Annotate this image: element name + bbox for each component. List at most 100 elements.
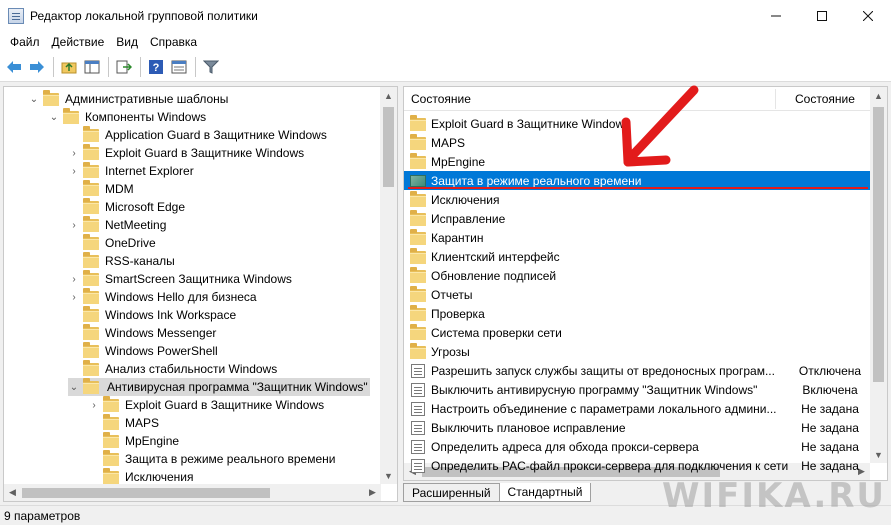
tree-node[interactable]: MDM [68,180,134,198]
list-item-state: Не задана [801,439,859,454]
menu-help[interactable]: Справка [144,35,203,49]
scroll-thumb[interactable] [873,107,884,382]
tab-standard[interactable]: Стандартный [498,483,592,502]
folder-row[interactable]: Клиентский интерфейс [404,247,870,266]
collapsed-chevron-icon[interactable]: › [68,162,80,180]
policy-row[interactable]: Выключить антивирусную программу "Защитн… [404,380,870,399]
folder-row[interactable]: Обновление подписей [404,266,870,285]
folder-row[interactable]: Угрозы [404,342,870,361]
tree-node[interactable]: › Exploit Guard в Защитнике Windows [88,396,324,414]
scroll-thumb[interactable] [22,488,270,498]
folder-icon [103,432,119,448]
policy-row[interactable]: Определить PAC-файл прокси-сервера для п… [404,456,870,475]
collapsed-chevron-icon[interactable]: › [68,288,80,306]
maximize-icon[interactable] [799,0,845,32]
console-tree[interactable]: ▲ ▼ ◀ ▶ ⌄ Административные шаблоны ⌄ Компон… [3,86,398,502]
expanded-chevron-icon[interactable]: ⌄ [48,108,60,126]
properties-icon[interactable] [168,56,190,78]
folder-icon [103,414,119,430]
filter-icon[interactable] [200,56,222,78]
forward-arrow-icon[interactable] [26,56,48,78]
tree-node[interactable]: MpEngine [88,432,179,450]
tree-node[interactable]: › Internet Explorer [68,162,194,180]
folder-icon [43,90,59,106]
tree-node[interactable]: Microsoft Edge [68,198,185,216]
tree-node[interactable]: MAPS [88,414,159,432]
back-arrow-icon[interactable] [3,56,25,78]
list-item-state: Отключена [798,363,862,378]
help-icon[interactable]: ? [145,56,167,78]
folder-row[interactable]: Исправление [404,209,870,228]
collapsed-chevron-icon[interactable]: › [88,396,100,414]
tree-node[interactable]: Application Guard в Защитнике Windows [68,126,327,144]
folder-row[interactable]: Система проверки сети [404,323,870,342]
policy-row[interactable]: Определить адреса для обхода прокси-серв… [404,437,870,456]
tree-node[interactable]: Защита в режиме реального времени [88,450,335,468]
tree-node[interactable]: RSS-каналы [68,252,175,270]
menu-action[interactable]: Действие [46,35,111,49]
policy-row[interactable]: Настроить объединение с параметрами лока… [404,399,870,418]
expanded-chevron-icon[interactable]: ⌄ [28,90,40,108]
folder-row[interactable]: Проверка [404,304,870,323]
tree-node[interactable]: Windows Ink Workspace [68,306,236,324]
scroll-up-icon[interactable]: ▲ [870,87,887,104]
column-header-name[interactable]: Состояние [411,87,471,111]
toolbar-separator [53,56,54,77]
folder-row[interactable]: Исключения [404,190,870,209]
export-list-icon[interactable] [113,56,135,78]
folder-icon [83,270,99,286]
tree-horizontal-scrollbar[interactable]: ◀ ▶ [4,484,381,501]
tree-node[interactable]: ⌄ Административные шаблоны [28,90,228,108]
tree-node[interactable]: › NetMeeting [68,216,166,234]
scroll-down-icon[interactable]: ▼ [870,446,887,463]
scroll-thumb[interactable] [383,107,394,187]
folder-icon [83,360,99,376]
collapsed-chevron-icon[interactable]: › [68,270,80,288]
menu-view[interactable]: Вид [110,35,144,49]
tree-node[interactable]: Windows PowerShell [68,342,218,360]
tree-node[interactable]: › SmartScreen Защитника Windows [68,270,292,288]
collapsed-chevron-icon[interactable]: › [68,216,80,234]
list-item-name: Проверка [431,306,485,321]
policy-row[interactable]: Выключить плановое исправление Не задана [404,418,870,437]
up-folder-icon[interactable] [58,56,80,78]
tree-node[interactable]: Анализ стабильности Windows [68,360,277,378]
menu-file[interactable]: Файл [4,35,46,49]
expanded-chevron-icon[interactable]: ⌄ [68,378,80,396]
column-divider[interactable] [775,89,776,109]
close-icon[interactable] [845,0,891,32]
console-tree-icon[interactable] [81,56,103,78]
tree-node-label: Microsoft Edge [105,200,186,214]
tree-node[interactable]: ⌄ Компоненты Windows [48,108,206,126]
scroll-up-icon[interactable]: ▲ [380,87,397,104]
svg-text:?: ? [153,62,160,74]
folder-row[interactable]: Карантин [404,228,870,247]
tree-node[interactable]: › Exploit Guard в Защитнике Windows [68,144,304,162]
folder-row[interactable]: Отчеты [404,285,870,304]
folder-icon [83,126,99,142]
tree-node[interactable]: Windows Messenger [68,324,216,342]
folder-icon [83,162,99,178]
tree-vertical-scrollbar[interactable]: ▲ ▼ [380,87,397,484]
scroll-right-icon[interactable]: ▶ [364,484,381,501]
collapsed-chevron-icon[interactable]: › [68,144,80,162]
folder-icon [83,378,99,394]
tab-extended[interactable]: Расширенный [403,483,500,502]
menu-bar: Файл Действие Вид Справка [0,32,891,52]
scroll-down-icon[interactable]: ▼ [380,467,397,484]
column-header-state[interactable]: Состояние [795,87,855,111]
tree-node[interactable]: › Windows Hello для бизнеса [68,288,257,306]
tree-node[interactable]: OneDrive [68,234,156,252]
tree-node[interactable]: Исключения [88,468,194,486]
scroll-left-icon[interactable]: ◀ [4,484,21,501]
tree-node-label: OneDrive [105,236,156,250]
folder-icon [83,324,99,340]
minimize-icon[interactable] [753,0,799,32]
tree-node[interactable]: ⌄ Антивирусная программа "Защитник Window… [68,378,370,396]
policy-row[interactable]: Разрешить запуск службы защиты от вредон… [404,361,870,380]
list-item-name: Клиентский интерфейс [431,249,560,264]
list-vertical-scrollbar[interactable]: ▲ ▼ [870,87,887,463]
